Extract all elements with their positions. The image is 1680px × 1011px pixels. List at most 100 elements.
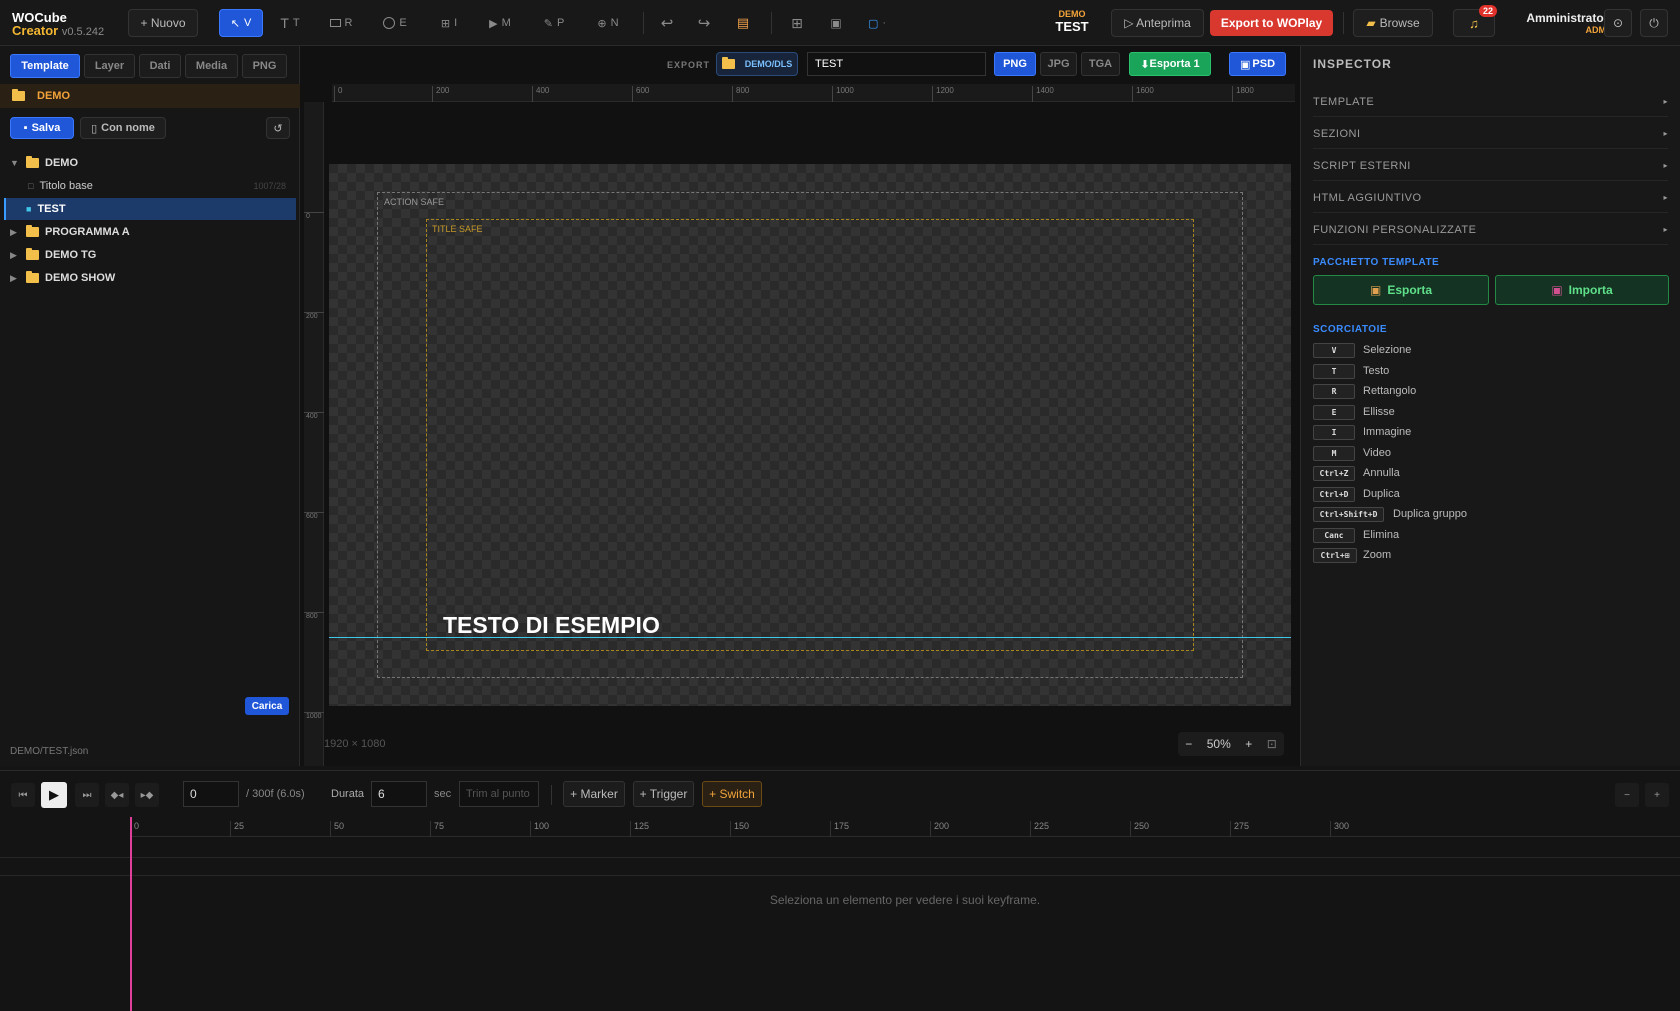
undo-icon[interactable]: ↩: [657, 9, 677, 37]
zoom-in-button[interactable]: +: [1245, 737, 1252, 751]
canvas-dimensions: 1920 × 1080: [324, 738, 386, 750]
ruler-tick: 1400: [1032, 86, 1054, 102]
section-template[interactable]: TEMPLATE ▸: [1313, 87, 1668, 117]
next-keyframe-icon[interactable]: ▸◆: [135, 783, 159, 807]
rectangle-tool-button[interactable]: R: [326, 9, 356, 37]
video-tool-button[interactable]: ▶ M: [484, 9, 516, 37]
package-import-button[interactable]: ▣ Importa: [1495, 275, 1669, 305]
prev-keyframe-icon[interactable]: ◆◂: [105, 783, 129, 807]
tab-template[interactable]: Template: [10, 54, 80, 78]
frame-input[interactable]: 0: [183, 781, 239, 807]
ellipse-icon: [383, 17, 396, 29]
trim-button[interactable]: Trim al punto: [459, 781, 539, 807]
tab-media[interactable]: Media: [185, 54, 238, 78]
stage-canvas[interactable]: ACTION SAFE TITLE SAFE TESTO DI ESEMPIO: [329, 164, 1291, 706]
redo-icon[interactable]: ↪: [694, 9, 714, 37]
power-icon[interactable]: ⏻: [1640, 9, 1668, 37]
duration-input[interactable]: 6: [371, 781, 427, 807]
playhead[interactable]: [130, 817, 132, 1011]
current-folder-bar[interactable]: DEMO: [0, 84, 300, 108]
shortcut-key: I: [1313, 425, 1355, 440]
tab-png[interactable]: PNG: [242, 54, 287, 78]
save-as-button[interactable]: ▯ Con nome: [80, 117, 166, 139]
timeline-zoom-in-button[interactable]: +: [1645, 783, 1669, 807]
shortcut-label: Rettangolo: [1363, 385, 1417, 397]
tree-folder-demo-tg[interactable]: ▶ DEMO TG: [4, 244, 296, 266]
tree-folder-demo[interactable]: ▼ DEMO: [4, 152, 296, 174]
ruler-tick: 1600: [1132, 86, 1154, 102]
tree-file-test[interactable]: ■ TEST: [4, 198, 296, 220]
timeline-tick: 225: [1030, 821, 1049, 837]
tab-layer[interactable]: Layer: [84, 54, 135, 78]
ruler-tick: 600: [304, 512, 324, 520]
select-tool-button[interactable]: ↖ V: [219, 9, 263, 37]
shortcut-label: Zoom: [1363, 549, 1392, 561]
ruler-tick: 800: [304, 612, 324, 620]
project-indicator: DEMO TEST: [1055, 9, 1089, 34]
zoom-level: 50%: [1206, 737, 1231, 751]
network-tool-button[interactable]: ⊕ N: [592, 9, 624, 37]
timeline-zoom-out-button[interactable]: −: [1615, 783, 1639, 807]
refresh-icon[interactable]: ↺: [266, 117, 290, 139]
safe-area-icon[interactable]: ▣: [826, 9, 846, 37]
caret-right-icon: ▶: [10, 249, 17, 260]
preview-button[interactable]: ▷ Anteprima: [1111, 9, 1204, 37]
skip-start-icon[interactable]: ⏮: [11, 783, 35, 807]
psd-button[interactable]: ▣ PSD: [1229, 52, 1286, 76]
export-folder-button[interactable]: DEMO/DLS: [716, 52, 798, 76]
export-filename-input[interactable]: TEST: [807, 52, 986, 76]
format-jpg-button[interactable]: JPG: [1040, 52, 1077, 76]
image-tool-button[interactable]: ⊞ I: [434, 9, 464, 37]
frame-toggle-icon[interactable]: ▢ ·: [862, 9, 892, 37]
pen-tool-button[interactable]: ✎ P: [539, 9, 569, 37]
pen-icon: ✎: [543, 17, 553, 30]
frame-total: / 300f (6.0s): [246, 788, 305, 800]
empty-keyframes-message: Seleziona un elemento per vedere i suoi …: [769, 893, 1041, 907]
shortcuts-title: SCORCIATOIE: [1313, 324, 1388, 335]
export-woplay-button[interactable]: Export to WOPlay: [1210, 10, 1333, 36]
image-icon: ⊞: [440, 17, 451, 30]
caret-icon: ▸: [1663, 193, 1668, 202]
ellipse-tool-button[interactable]: E: [380, 9, 410, 37]
add-trigger-button[interactable]: + Trigger: [633, 781, 694, 807]
export-now-button[interactable]: ⬇ Esporta 1: [1129, 52, 1211, 76]
add-switch-button[interactable]: + Switch: [702, 781, 762, 807]
ruler-tick: 800: [732, 86, 749, 102]
text-tool-button[interactable]: TT: [275, 9, 305, 37]
package-icon: ▣: [1369, 283, 1382, 297]
export-label: EXPORT: [667, 60, 711, 70]
grid-icon[interactable]: ⊞: [787, 9, 807, 37]
section-script-esterni[interactable]: SCRIPT ESTERNI ▸: [1313, 151, 1668, 181]
caret-down-icon: ▼: [10, 158, 19, 168]
fit-icon[interactable]: ⊡: [1267, 737, 1277, 751]
settings-icon[interactable]: ⊙: [1604, 9, 1632, 37]
tab-dati[interactable]: Dati: [139, 54, 181, 78]
new-button[interactable]: + Nuovo: [128, 9, 198, 37]
add-marker-button[interactable]: + Marker: [563, 781, 625, 807]
tree-folder-programma-a[interactable]: ▶ PROGRAMMA A: [4, 221, 296, 243]
clipboard-icon[interactable]: ▤: [733, 9, 753, 37]
package-export-button[interactable]: ▣ Esporta: [1313, 275, 1489, 305]
ruler-tick: 200: [432, 86, 449, 102]
action-safe-label: ACTION SAFE: [384, 197, 445, 207]
tree-file-titolo-base[interactable]: □ Titolo base 1007/28: [4, 175, 296, 197]
format-png-button[interactable]: PNG: [994, 52, 1036, 76]
timeline-tick: 125: [630, 821, 649, 837]
section-sezioni[interactable]: SEZIONI ▸: [1313, 119, 1668, 149]
folder-icon: [721, 57, 735, 69]
load-button[interactable]: Carica: [245, 697, 289, 715]
timeline-ruler[interactable]: 0 25 50 75 100 125 150 175 200 225 250 2…: [130, 817, 1680, 837]
section-html-aggiuntivo[interactable]: HTML AGGIUNTIVO ▸: [1313, 183, 1668, 213]
sample-text-element[interactable]: TESTO DI ESEMPIO: [443, 612, 660, 639]
zoom-out-button[interactable]: −: [1185, 737, 1192, 751]
ruler-tick: 1000: [304, 712, 324, 720]
shortcut-label: Testo: [1363, 365, 1390, 377]
play-button[interactable]: ▶: [41, 782, 67, 808]
tree-folder-demo-show[interactable]: ▶ DEMO SHOW: [4, 267, 296, 289]
skip-end-icon[interactable]: ⏭: [75, 783, 99, 807]
format-tga-button[interactable]: TGA: [1081, 52, 1120, 76]
section-funzioni-personalizzate[interactable]: FUNZIONI PERSONALIZZATE ▸: [1313, 215, 1668, 245]
caret-icon: ▸: [1663, 225, 1668, 234]
save-button[interactable]: ▪ Salva: [10, 117, 74, 139]
browse-button[interactable]: ▰ Browse: [1353, 9, 1433, 37]
